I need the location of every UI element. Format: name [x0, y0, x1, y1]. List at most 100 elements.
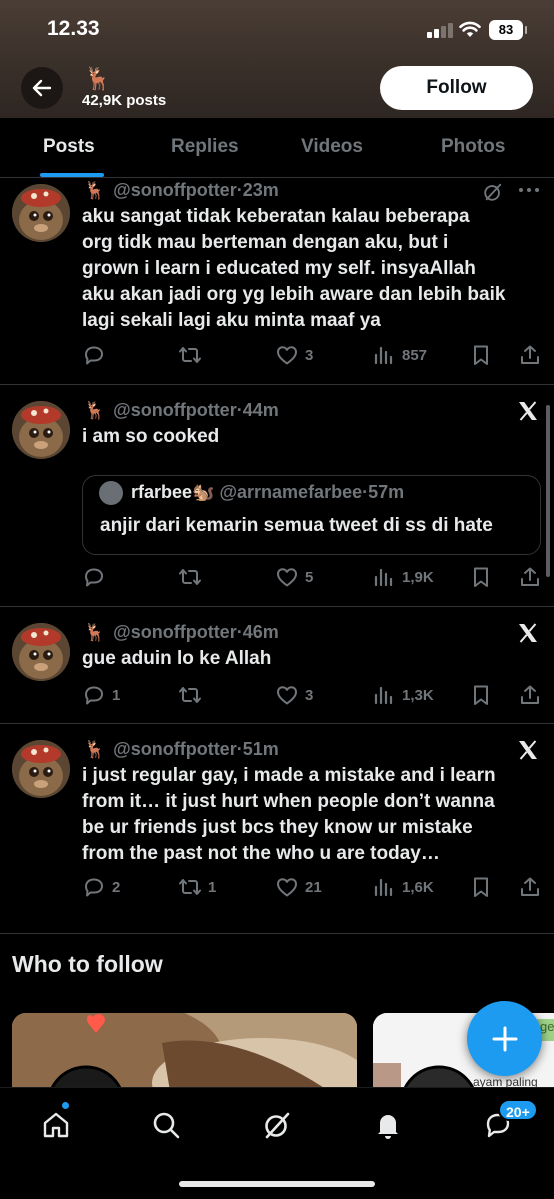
x-logo-icon	[516, 738, 540, 762]
share-icon	[518, 343, 542, 367]
avatar[interactable]	[12, 740, 70, 798]
views-icon	[372, 343, 396, 367]
like-count: 3	[305, 346, 314, 364]
repost-icon	[178, 683, 202, 707]
bookmark-icon	[469, 875, 493, 899]
quoted-handle: @arrnamefarbee	[219, 482, 363, 502]
grok-icon	[265, 1112, 290, 1139]
back-arrow-icon	[32, 79, 52, 97]
author-emoji: 🦌	[84, 401, 106, 420]
follow-button[interactable]: Follow	[380, 66, 533, 110]
quoted-time: 57m	[368, 482, 405, 502]
like-button[interactable]: 3	[275, 683, 313, 707]
reply-button[interactable]	[82, 565, 112, 589]
quoted-name: rfarbee🐿️	[131, 482, 215, 502]
like-button[interactable]: 21	[275, 875, 322, 899]
battery-icon: 83	[489, 20, 527, 40]
views-button[interactable]: 1,3K	[372, 683, 434, 707]
quoted-tweet[interactable]: rfarbee🐿️ @arrnamefarbee·57m anjir dari …	[82, 475, 541, 555]
bookmark-icon	[469, 683, 493, 707]
views-button[interactable]: 1,9K	[372, 565, 434, 589]
repost-button[interactable]	[178, 343, 208, 367]
author-handle[interactable]: @sonoffpotter	[113, 180, 237, 200]
tweet-header: 🦌 @sonoffpotter·51m	[84, 739, 279, 760]
author-handle[interactable]: @sonoffpotter	[113, 622, 237, 642]
share-button[interactable]	[518, 683, 542, 707]
compose-button[interactable]	[467, 1001, 542, 1076]
back-button[interactable]	[21, 67, 63, 109]
cellular-signal-icon	[427, 22, 453, 38]
share-icon	[518, 683, 542, 707]
author-emoji: 🦌	[84, 181, 106, 200]
views-icon	[372, 683, 396, 707]
tweet-text: gue aduin lo ke Allah	[82, 648, 272, 669]
like-count: 21	[305, 878, 322, 896]
repost-icon	[178, 565, 202, 589]
nav-notifications[interactable]	[368, 1105, 408, 1145]
tweet[interactable]: 🦌 @sonoffpotter·23m aku sangat tidak kebe…	[0, 178, 554, 385]
avatar[interactable]	[12, 401, 70, 459]
share-button[interactable]	[518, 565, 542, 589]
reply-count: 1	[112, 686, 121, 704]
tab-replies[interactable]: Replies	[171, 136, 239, 158]
avatar[interactable]	[12, 623, 70, 681]
bookmark-button[interactable]	[469, 565, 493, 589]
profile-name-emoji: 🦌	[84, 66, 112, 91]
tweet-text: i am so cooked	[82, 426, 220, 447]
tweet-actions: 5 1,9K	[82, 565, 542, 591]
quoted-avatar	[99, 481, 123, 505]
repost-icon	[178, 343, 202, 367]
wifi-icon	[459, 21, 481, 37]
nav-home[interactable]	[36, 1105, 76, 1145]
reply-count: 2	[112, 878, 121, 896]
reply-icon	[82, 683, 106, 707]
author-handle[interactable]: @sonoffpotter	[113, 400, 237, 420]
author-emoji: 🦌	[84, 623, 106, 642]
repost-button[interactable]: 1	[178, 875, 216, 899]
bell-icon	[378, 1115, 398, 1139]
profile-header: 12.33 83 🦌 42,9K posts Follow	[0, 0, 554, 118]
like-button[interactable]: 3	[275, 343, 313, 367]
heart-icon	[275, 343, 299, 367]
tweet[interactable]: 🦌 @sonoffpotter·51m i just regular gay, i…	[0, 724, 554, 934]
grok-icon[interactable]	[482, 181, 504, 203]
author-handle[interactable]: @sonoffpotter	[113, 739, 237, 759]
bookmark-button[interactable]	[469, 683, 493, 707]
share-button[interactable]	[518, 343, 542, 367]
more-options-icon[interactable]	[518, 184, 540, 196]
avatar[interactable]	[12, 184, 70, 242]
tab-videos[interactable]: Videos	[301, 136, 363, 158]
repost-button[interactable]	[178, 683, 208, 707]
tab-photos[interactable]: Photos	[441, 136, 505, 158]
reply-button[interactable]: 2	[82, 875, 120, 899]
tweet-text: aku sangat tidak keberatan kalau beberap…	[82, 206, 506, 331]
bookmark-button[interactable]	[469, 343, 493, 367]
repost-icon	[178, 875, 202, 899]
views-button[interactable]: 1,6K	[372, 875, 434, 899]
tweet-time: 44m	[242, 400, 279, 420]
tweet[interactable]: 🦌 @sonoffpotter·46m gue aduin lo ke Allah…	[0, 607, 554, 724]
bookmark-icon	[469, 343, 493, 367]
view-count: 1,9K	[402, 568, 434, 586]
nav-grok[interactable]	[257, 1105, 297, 1145]
bookmark-icon	[469, 565, 493, 589]
like-button[interactable]: 5	[275, 565, 313, 589]
x-logo-icon	[516, 399, 540, 423]
quoted-header: rfarbee🐿️ @arrnamefarbee·57m	[131, 482, 405, 502]
repost-button[interactable]	[178, 565, 208, 589]
nav-search[interactable]	[146, 1105, 186, 1145]
reply-icon	[82, 343, 106, 367]
tab-posts[interactable]: Posts	[43, 136, 95, 158]
views-button[interactable]: 857	[372, 343, 427, 367]
share-icon	[518, 875, 542, 899]
bookmark-button[interactable]	[469, 875, 493, 899]
profile-tabs: Posts Replies Videos Photos	[0, 118, 554, 178]
reply-button[interactable]	[82, 343, 112, 367]
scrollbar[interactable]	[546, 405, 550, 577]
who-to-follow-title: Who to follow	[12, 951, 163, 977]
status-time: 12.33	[47, 17, 100, 40]
home-indicator[interactable]	[179, 1181, 375, 1187]
reply-button[interactable]: 1	[82, 683, 120, 707]
tweet-header: 🦌 @sonoffpotter·44m	[84, 400, 279, 421]
share-button[interactable]	[518, 875, 542, 899]
